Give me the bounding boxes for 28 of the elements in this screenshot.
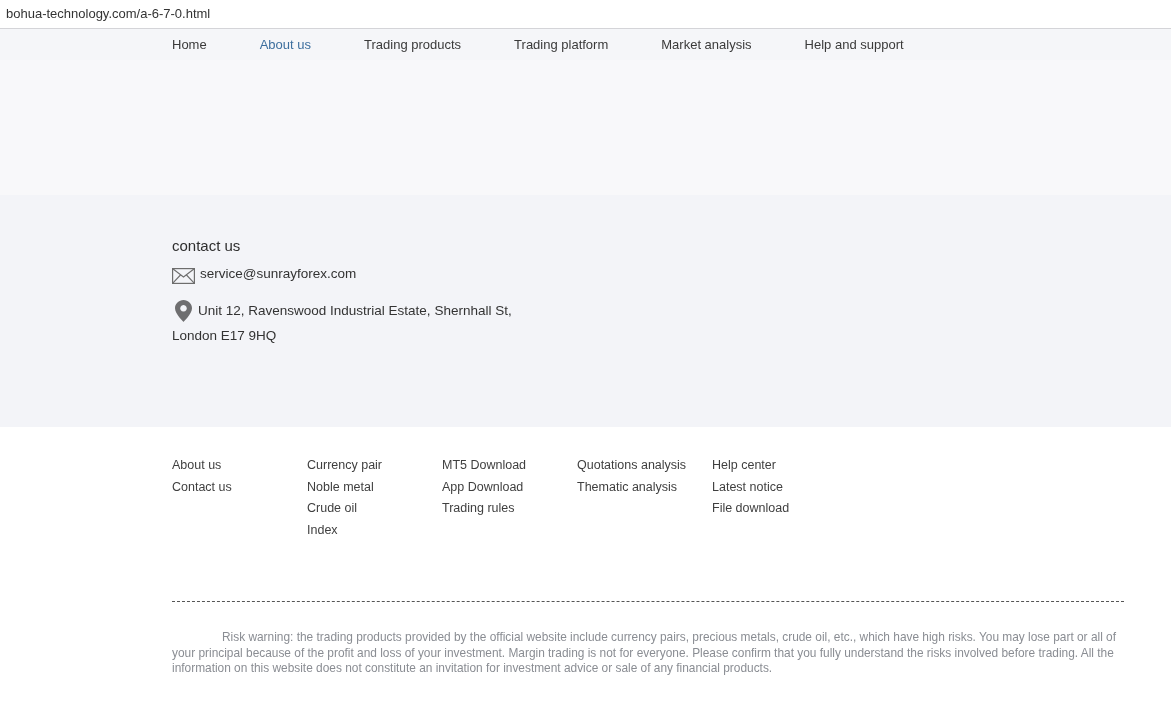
nav-link[interactable]: Market analysis: [661, 35, 752, 54]
address-text: London E17 9HQ: [172, 328, 277, 343]
location-pin-icon: [175, 299, 192, 322]
footer-link[interactable]: MT5 Download: [442, 455, 527, 477]
nav-link[interactable]: Trading platform: [514, 35, 609, 54]
email-text: service@sunrayforex.com: [200, 265, 357, 283]
footer-link[interactable]: App Download: [442, 476, 524, 498]
footer-link[interactable]: Latest notice: [712, 476, 783, 498]
footer-link[interactable]: Contact us: [172, 476, 232, 498]
footer-link[interactable]: File download: [712, 498, 790, 520]
footer-link[interactable]: Crude oil: [307, 498, 358, 520]
nav-link[interactable]: Help and support: [804, 35, 904, 54]
footer-link[interactable]: Noble metal: [307, 476, 374, 498]
nav-link[interactable]: About us: [259, 35, 311, 54]
nav-link[interactable]: Home: [172, 35, 207, 54]
contact-heading: contact us: [172, 236, 241, 256]
footer-link[interactable]: Currency pair: [307, 455, 383, 477]
envelope-icon: [172, 268, 195, 284]
footer-link[interactable]: About us: [172, 455, 222, 477]
footer-link[interactable]: Thematic analysis: [577, 476, 678, 498]
risk-warning-text: Risk warning: the trading products provided by the official website include currency pairs, precious metals, crude oil, etc., which have high risks. You may lose part or all of your principal because of the profit and loss of your investment. Margin trading is not for everyone. Please confirm that you fully understand the risks involved before trading. All the information on this website does not constitute an invitation for investment advice or sale of any financial products.: [172, 630, 1117, 677]
footer-link[interactable]: Index: [307, 519, 338, 541]
footer-link[interactable]: Quotations analysis: [577, 455, 687, 477]
footer-link[interactable]: Trading rules: [442, 498, 515, 520]
nav-link[interactable]: Trading products: [364, 35, 462, 54]
footer-link[interactable]: Help center: [712, 455, 776, 477]
address-field[interactable]: bohua-technology.com/a-6-7-0.html: [0, 3, 217, 25]
address-text: Unit 12, Ravenswood Industrial Estate, Shernhall St,: [198, 302, 512, 320]
